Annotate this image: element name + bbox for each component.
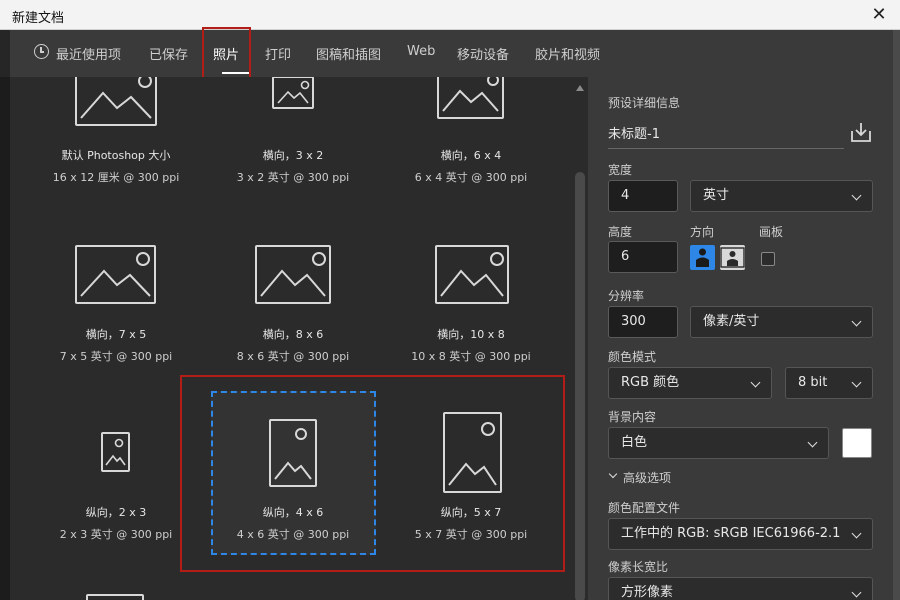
resolution-input[interactable]: 300 <box>608 306 678 338</box>
background-value: 白色 <box>621 435 648 450</box>
chevron-down-icon <box>807 437 818 448</box>
scroll-up-icon[interactable] <box>576 85 584 91</box>
preset-card[interactable]: 横向，8 x 6 8 x 6 英寸 @ 300 ppi <box>207 326 379 364</box>
width-unit-value: 英寸 <box>703 188 730 203</box>
preset-details-panel: 预设详细信息 未标题-1 宽度 4 英寸 高度 方向 画板 6 分辨率 300 … <box>588 77 893 600</box>
landscape-orientation-button[interactable] <box>720 245 745 270</box>
chevron-down-icon <box>851 377 862 388</box>
save-preset-icon[interactable] <box>850 121 872 143</box>
preset-dims: 2 x 3 英寸 @ 300 ppi <box>59 528 173 541</box>
preset-card[interactable]: 纵向，2 x 3 2 x 3 英寸 @ 300 ppi <box>30 504 202 542</box>
landscape-image-icon <box>272 77 314 109</box>
preset-card[interactable]: 横向，6 x 4 6 x 4 英寸 @ 300 ppi <box>385 147 557 185</box>
chevron-down-icon <box>851 587 862 598</box>
artboard-label: 画板 <box>759 225 784 239</box>
landscape-image-icon <box>437 77 504 119</box>
close-icon[interactable]: ✕ <box>868 4 890 26</box>
pixel-aspect-label: 像素长宽比 <box>608 560 669 574</box>
tab-mobile[interactable]: 移动设备 <box>457 44 509 63</box>
background-color-swatch[interactable] <box>842 428 872 458</box>
color-mode-select[interactable]: RGB 颜色 <box>608 367 772 399</box>
advanced-options-toggle[interactable]: 高级选项 <box>623 469 671 486</box>
chevron-down-icon <box>851 190 862 201</box>
preset-dims: 16 x 12 厘米 @ 300 ppi <box>52 171 180 184</box>
section-title: 预设详细信息 <box>608 96 681 110</box>
tab-web[interactable]: Web <box>407 44 435 59</box>
background-select[interactable]: 白色 <box>608 427 829 459</box>
width-input[interactable]: 4 <box>608 180 678 212</box>
height-input[interactable]: 6 <box>608 241 678 273</box>
chevron-down-icon[interactable] <box>608 469 618 479</box>
preset-dims: 7 x 5 英寸 @ 300 ppi <box>59 350 173 363</box>
chevron-down-icon <box>851 316 862 327</box>
preset-name: 横向，8 x 6 <box>262 328 324 341</box>
portrait-image-icon <box>86 594 144 600</box>
landscape-image-icon <box>75 245 156 304</box>
landscape-image-icon <box>255 245 331 304</box>
resolution-label: 分辨率 <box>608 289 645 303</box>
document-name-field[interactable]: 未标题-1 <box>608 123 660 142</box>
color-profile-select[interactable]: 工作中的 RGB: sRGB IEC61966-2.1 <box>608 518 873 550</box>
preset-name: 默认 Photoshop 大小 <box>61 149 171 162</box>
document-name-underline <box>608 148 844 149</box>
height-label: 高度 <box>608 225 633 239</box>
pixel-aspect-select[interactable]: 方形像素 <box>608 577 873 600</box>
bit-depth-value: 8 bit <box>798 375 828 390</box>
clock-icon <box>34 44 49 59</box>
title-bar: 新建文档 ✕ <box>0 0 900 30</box>
tab-print[interactable]: 打印 <box>265 44 291 63</box>
resolution-unit-value: 像素/英寸 <box>703 314 760 329</box>
tab-highlight-annotation <box>202 27 251 82</box>
portrait-orientation-button[interactable] <box>690 245 715 270</box>
pixel-aspect-value: 方形像素 <box>621 585 674 600</box>
preset-name: 横向，10 x 8 <box>437 328 505 341</box>
preset-card[interactable]: 横向，10 x 8 10 x 8 英寸 @ 300 ppi <box>385 326 557 364</box>
bit-depth-select[interactable]: 8 bit <box>785 367 873 399</box>
preset-card[interactable]: 横向，7 x 5 7 x 5 英寸 @ 300 ppi <box>30 326 202 364</box>
preset-scrollbar[interactable] <box>572 77 588 600</box>
new-document-dialog: 新建文档 ✕ 最近使用项 已保存 照片 打印 图稿和插图 Web 移动设备 胶片… <box>0 0 900 600</box>
left-edge <box>0 77 10 600</box>
window-title: 新建文档 <box>12 11 65 26</box>
preset-card[interactable]: 横向，3 x 2 3 x 2 英寸 @ 300 ppi <box>207 147 379 185</box>
portrait-image-icon <box>101 432 130 472</box>
tab-recent[interactable]: 最近使用项 <box>56 44 121 63</box>
preset-dims: 8 x 6 英寸 @ 300 ppi <box>236 350 350 363</box>
landscape-image-icon <box>75 77 157 126</box>
tab-film-video[interactable]: 胶片和视频 <box>535 44 600 63</box>
color-profile-label: 颜色配置文件 <box>608 501 681 515</box>
preset-name: 横向，3 x 2 <box>262 149 324 162</box>
resolution-unit-select[interactable]: 像素/英寸 <box>690 306 873 338</box>
tab-saved[interactable]: 已保存 <box>149 44 188 63</box>
tab-art-illustration[interactable]: 图稿和插图 <box>316 44 381 63</box>
preset-dims: 6 x 4 英寸 @ 300 ppi <box>414 171 528 184</box>
color-mode-value: RGB 颜色 <box>621 375 680 390</box>
preset-dims: 3 x 2 英寸 @ 300 ppi <box>236 171 350 184</box>
preset-name: 纵向，2 x 3 <box>85 506 147 519</box>
width-label: 宽度 <box>608 163 633 177</box>
background-label: 背景内容 <box>608 410 657 424</box>
preset-name: 横向，7 x 5 <box>85 328 147 341</box>
tab-bar: 最近使用项 已保存 照片 打印 图稿和插图 Web 移动设备 胶片和视频 <box>10 30 893 77</box>
color-mode-label: 颜色模式 <box>608 350 657 364</box>
preset-card[interactable]: 默认 Photoshop 大小 16 x 12 厘米 @ 300 ppi <box>30 147 202 185</box>
scroll-thumb[interactable] <box>575 172 585 600</box>
orientation-label: 方向 <box>690 225 715 239</box>
preset-dims: 10 x 8 英寸 @ 300 ppi <box>411 350 531 363</box>
color-profile-value: 工作中的 RGB: sRGB IEC61966-2.1 <box>621 526 841 541</box>
chevron-down-icon <box>851 528 862 539</box>
landscape-image-icon <box>435 245 509 304</box>
right-edge <box>893 30 900 600</box>
width-unit-select[interactable]: 英寸 <box>690 180 873 212</box>
preset-name: 横向，6 x 4 <box>440 149 502 162</box>
artboard-checkbox[interactable] <box>761 252 775 266</box>
chevron-down-icon <box>750 377 761 388</box>
portrait-presets-highlight-annotation <box>180 375 565 572</box>
